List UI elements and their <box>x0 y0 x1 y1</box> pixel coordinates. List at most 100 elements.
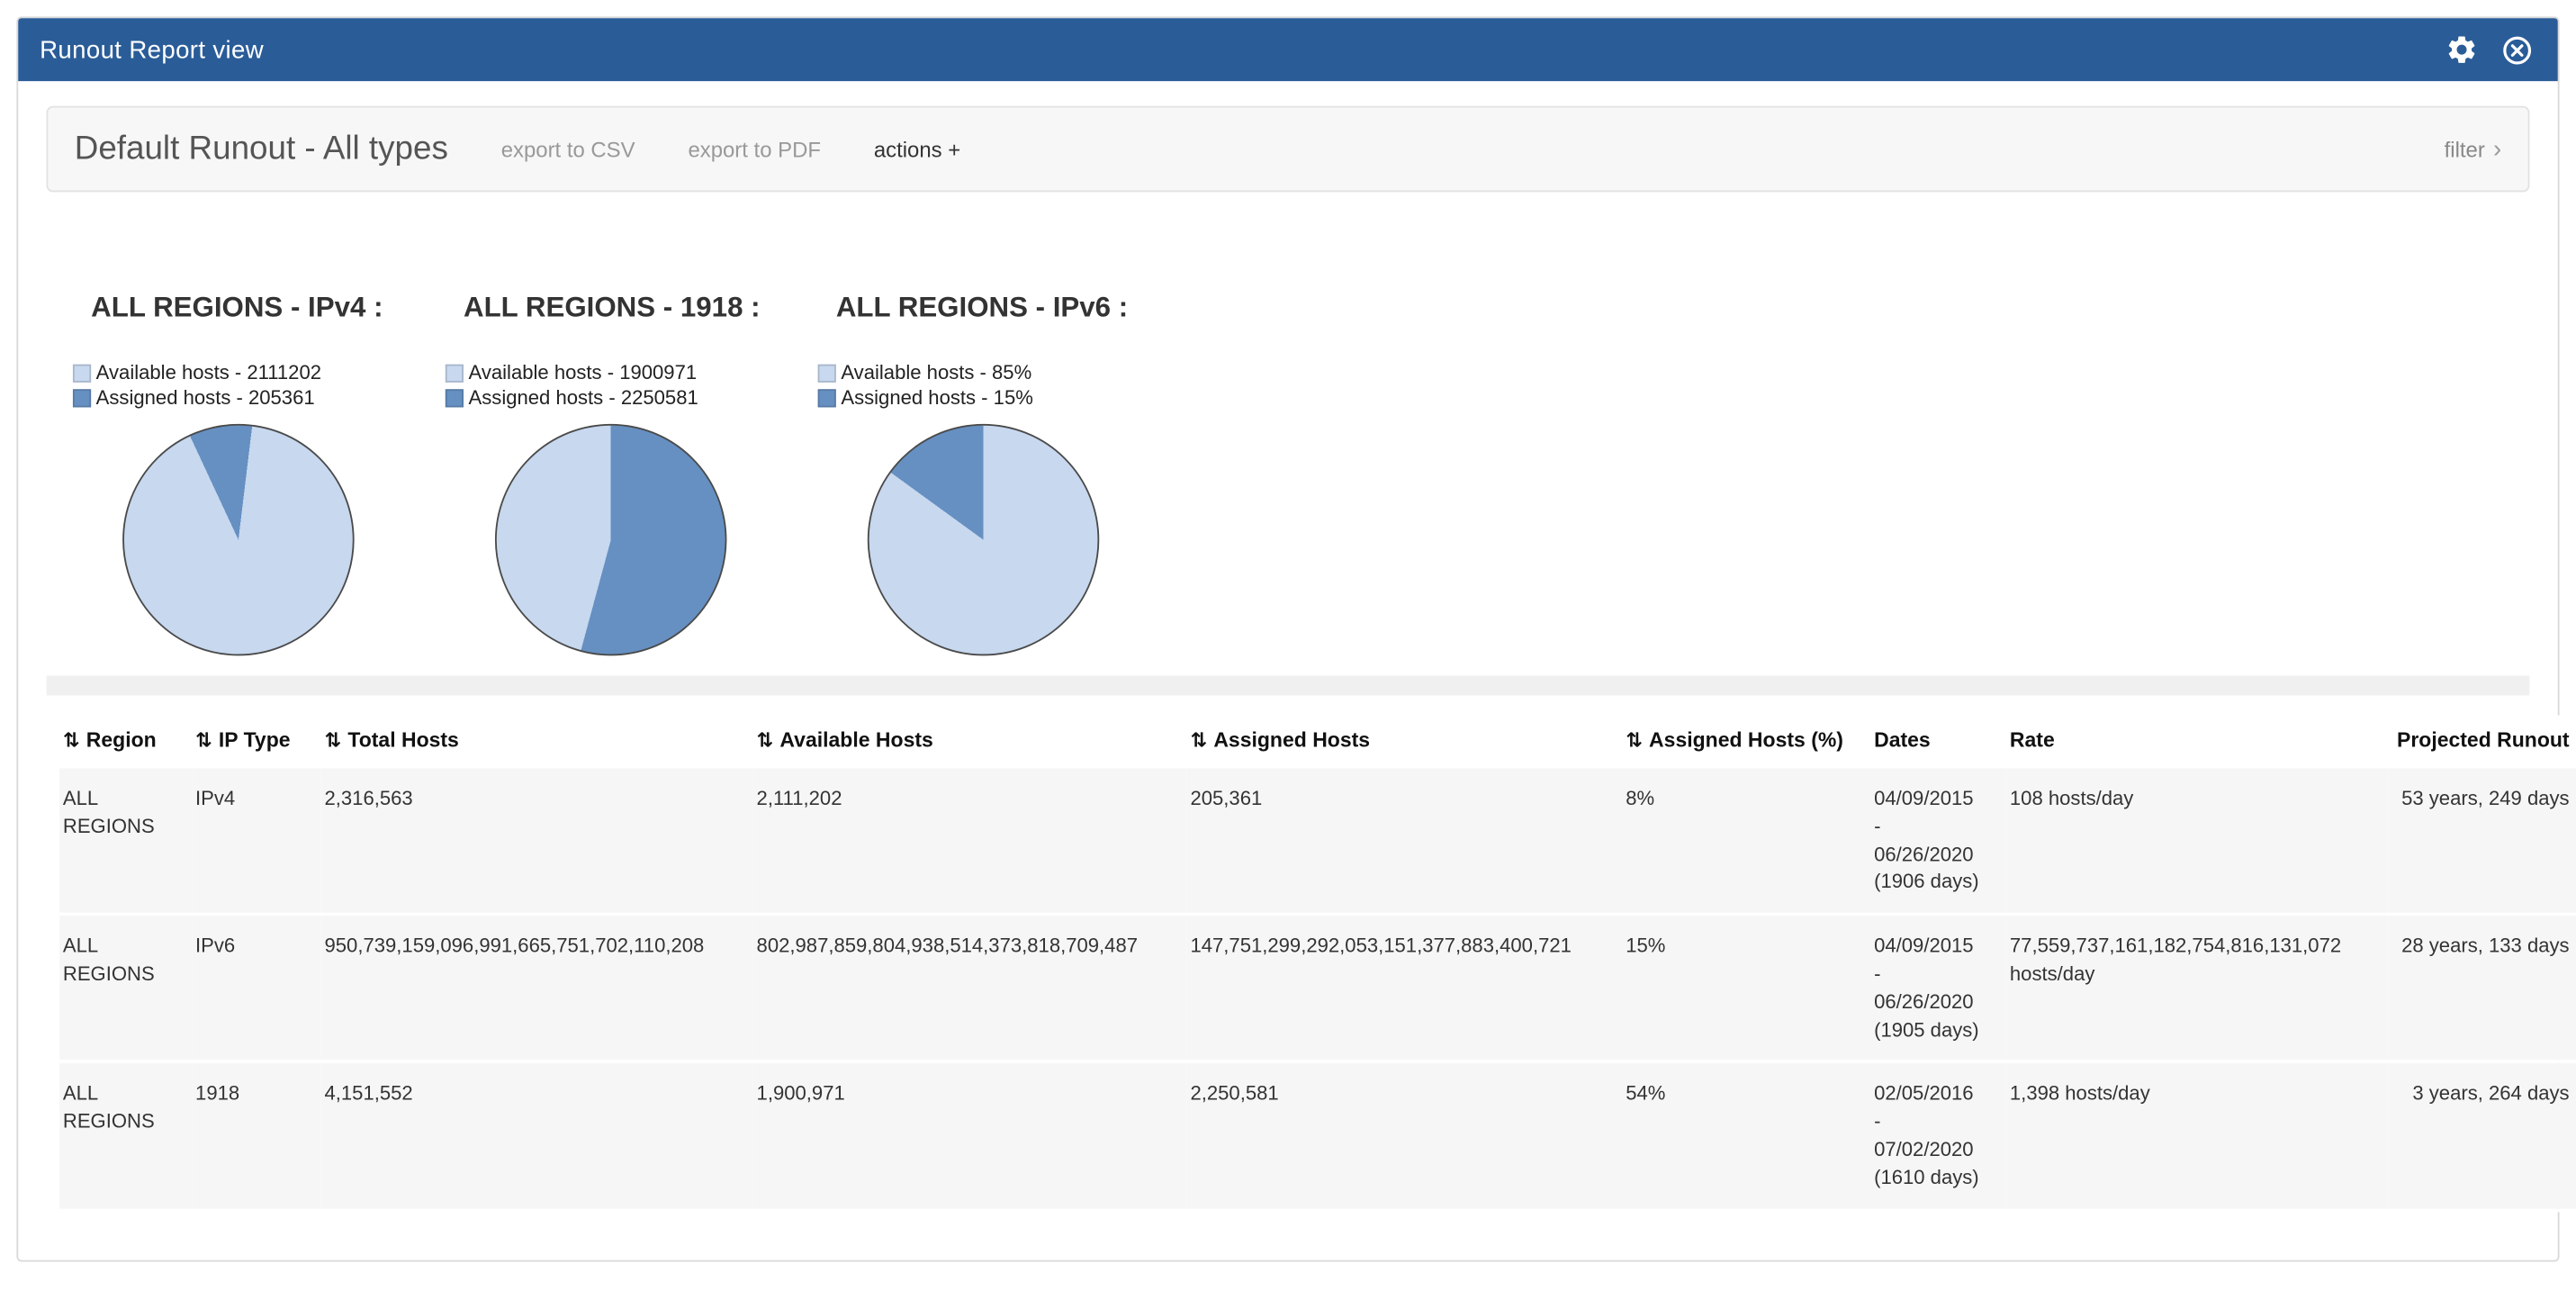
cell-dates: 04/09/2015 - 06/26/2020 (1905 days) <box>1870 915 2006 1062</box>
legend-swatch-assigned <box>818 389 836 407</box>
legend-swatch-available <box>73 365 91 383</box>
cell-ip-type: IPv6 <box>192 915 320 1062</box>
column-label: Total Hosts <box>347 728 458 752</box>
pie-chart-ipv6 <box>868 424 1100 656</box>
legend-label: Assigned hosts - 2250581 <box>469 386 698 411</box>
cell-projected-runout: 28 years, 133 days <box>2387 915 2576 1062</box>
legend-label: Available hosts - 2111202 <box>96 361 321 386</box>
chart-title: ALL REGIONS - 1918 : <box>446 292 818 325</box>
column-header-assigned-pct[interactable]: ⇅Assigned Hosts (%) <box>1623 716 1871 767</box>
export-csv-link[interactable]: export to CSV <box>501 137 635 162</box>
column-label: Region <box>86 728 157 752</box>
chart-legend: Available hosts - 85% Assigned hosts - 1… <box>818 361 1191 411</box>
column-header-assigned-hosts[interactable]: ⇅Assigned Hosts <box>1187 716 1623 767</box>
cell-assigned-pct: 8% <box>1623 767 1871 915</box>
cell-rate: 1,398 hosts/day <box>2006 1062 2387 1210</box>
gear-icon <box>2445 33 2479 67</box>
cell-projected-runout: 53 years, 249 days <box>2387 767 2576 915</box>
chart-ipv6: ALL REGIONS - IPv6 : Available hosts - 8… <box>818 292 1191 656</box>
sort-icon: ⇅ <box>757 728 774 752</box>
column-header-total-hosts[interactable]: ⇅Total Hosts <box>321 716 753 767</box>
cell-region: ALL REGIONS <box>59 767 192 915</box>
cell-assigned-hosts: 205,361 <box>1187 767 1623 915</box>
legend-item: Available hosts - 2111202 <box>73 361 446 386</box>
cell-available-hosts: 1,900,971 <box>753 1062 1187 1210</box>
report-title: Default Runout - All types <box>75 130 448 167</box>
cell-ip-type: 1918 <box>192 1062 320 1210</box>
section-divider <box>47 675 2530 695</box>
cell-rate: 108 hosts/day <box>2006 767 2387 915</box>
cell-ip-type: IPv4 <box>192 767 320 915</box>
chart-legend: Available hosts - 1900971 Assigned hosts… <box>446 361 818 411</box>
table-header-row: ⇅Region ⇅IP Type ⇅Total Hosts ⇅Available… <box>59 716 2576 767</box>
close-circle-icon <box>2500 34 2532 66</box>
cell-region: ALL REGIONS <box>59 1062 192 1210</box>
column-label: Assigned Hosts <box>1213 728 1370 752</box>
column-label: Assigned Hosts (%) <box>1649 728 1843 752</box>
column-header-region[interactable]: ⇅Region <box>59 716 192 767</box>
column-header-ip-type[interactable]: ⇅ IP Type <box>192 716 320 767</box>
legend-swatch-available <box>818 365 836 383</box>
legend-item: Available hosts - 1900971 <box>446 361 818 386</box>
cell-rate: 77,559,737,161,182,754,816,131,072 hosts… <box>2006 915 2387 1062</box>
legend-item: Assigned hosts - 15% <box>818 386 1191 411</box>
cell-region: ALL REGIONS <box>59 915 192 1062</box>
cell-assigned-pct: 54% <box>1623 1062 1871 1210</box>
chart-ipv4: ALL REGIONS - IPv4 : Available hosts - 2… <box>73 292 446 656</box>
column-header-rate: Rate <box>2006 716 2387 767</box>
legend-item: Available hosts - 85% <box>818 361 1191 386</box>
cell-dates: 04/09/2015 - 06/26/2020 (1906 days) <box>1870 767 2006 915</box>
pie-chart-ipv4 <box>122 424 355 656</box>
cell-available-hosts: 2,111,202 <box>753 767 1187 915</box>
chart-title: ALL REGIONS - IPv6 : <box>818 292 1191 325</box>
column-header-projected-runout: Projected Runout <box>2387 716 2576 767</box>
filter-toggle[interactable]: filter › <box>2445 135 2502 163</box>
cell-assigned-hosts: 2,250,581 <box>1187 1062 1623 1210</box>
column-label: Projected Runout <box>2397 728 2570 752</box>
column-header-available-hosts[interactable]: ⇅Available Hosts <box>753 716 1187 767</box>
sort-icon: ⇅ <box>1626 728 1643 752</box>
legend-label: Available hosts - 1900971 <box>469 361 698 386</box>
chevron-right-icon: › <box>2493 135 2501 163</box>
column-label: IP Type <box>219 728 291 752</box>
cell-available-hosts: 802,987,859,804,938,514,373,818,709,487 <box>753 915 1187 1062</box>
cell-projected-runout: 3 years, 264 days <box>2387 1062 2576 1210</box>
cell-assigned-pct: 15% <box>1623 915 1871 1062</box>
pie-chart-1918 <box>495 424 727 656</box>
runout-report-window: Runout Report view Default Runout - All … <box>16 16 2559 1261</box>
column-label: Dates <box>1874 728 1931 752</box>
cell-total-hosts: 2,316,563 <box>321 767 753 915</box>
table-row-ipv4: ALL REGIONS IPv4 2,316,563 2,111,202 205… <box>59 767 2576 915</box>
table-row-ipv6: ALL REGIONS IPv6 950,739,159,096,991,665… <box>59 915 2576 1062</box>
legend-item: Assigned hosts - 205361 <box>73 386 446 411</box>
sort-icon: ⇅ <box>1190 728 1207 752</box>
column-header-dates: Dates <box>1870 716 2006 767</box>
export-pdf-link[interactable]: export to PDF <box>688 137 821 162</box>
cell-total-hosts: 4,151,552 <box>321 1062 753 1210</box>
actions-menu-button[interactable]: actions + <box>874 137 960 162</box>
filter-label: filter <box>2445 137 2485 162</box>
chart-1918: ALL REGIONS - 1918 : Available hosts - 1… <box>446 292 818 656</box>
chart-title: ALL REGIONS - IPv4 : <box>73 292 446 325</box>
runout-table: ⇅Region ⇅IP Type ⇅Total Hosts ⇅Available… <box>59 716 2576 1212</box>
cell-assigned-hosts: 147,751,299,292,053,151,377,883,400,721 <box>1187 915 1623 1062</box>
legend-item: Assigned hosts - 2250581 <box>446 386 818 411</box>
legend-swatch-assigned <box>73 389 91 407</box>
table-row-1918: ALL REGIONS 1918 4,151,552 1,900,971 2,2… <box>59 1062 2576 1210</box>
sort-icon: ⇅ <box>195 728 212 752</box>
legend-label: Assigned hosts - 205361 <box>96 386 315 411</box>
column-label: Rate <box>2010 728 2055 752</box>
legend-label: Available hosts - 85% <box>841 361 1031 386</box>
sort-icon: ⇅ <box>325 728 342 752</box>
legend-swatch-assigned <box>446 389 464 407</box>
legend-label: Assigned hosts - 15% <box>841 386 1032 411</box>
close-button[interactable] <box>2497 30 2536 69</box>
settings-button[interactable] <box>2442 30 2481 69</box>
window-title: Runout Report view <box>40 36 264 64</box>
cell-total-hosts: 950,739,159,096,991,665,751,702,110,208 <box>321 915 753 1062</box>
report-toolbar: Default Runout - All types export to CSV… <box>47 106 2530 193</box>
column-label: Available Hosts <box>779 728 932 752</box>
window-titlebar: Runout Report view <box>18 18 2557 81</box>
sort-icon: ⇅ <box>63 728 80 752</box>
legend-swatch-available <box>446 365 464 383</box>
